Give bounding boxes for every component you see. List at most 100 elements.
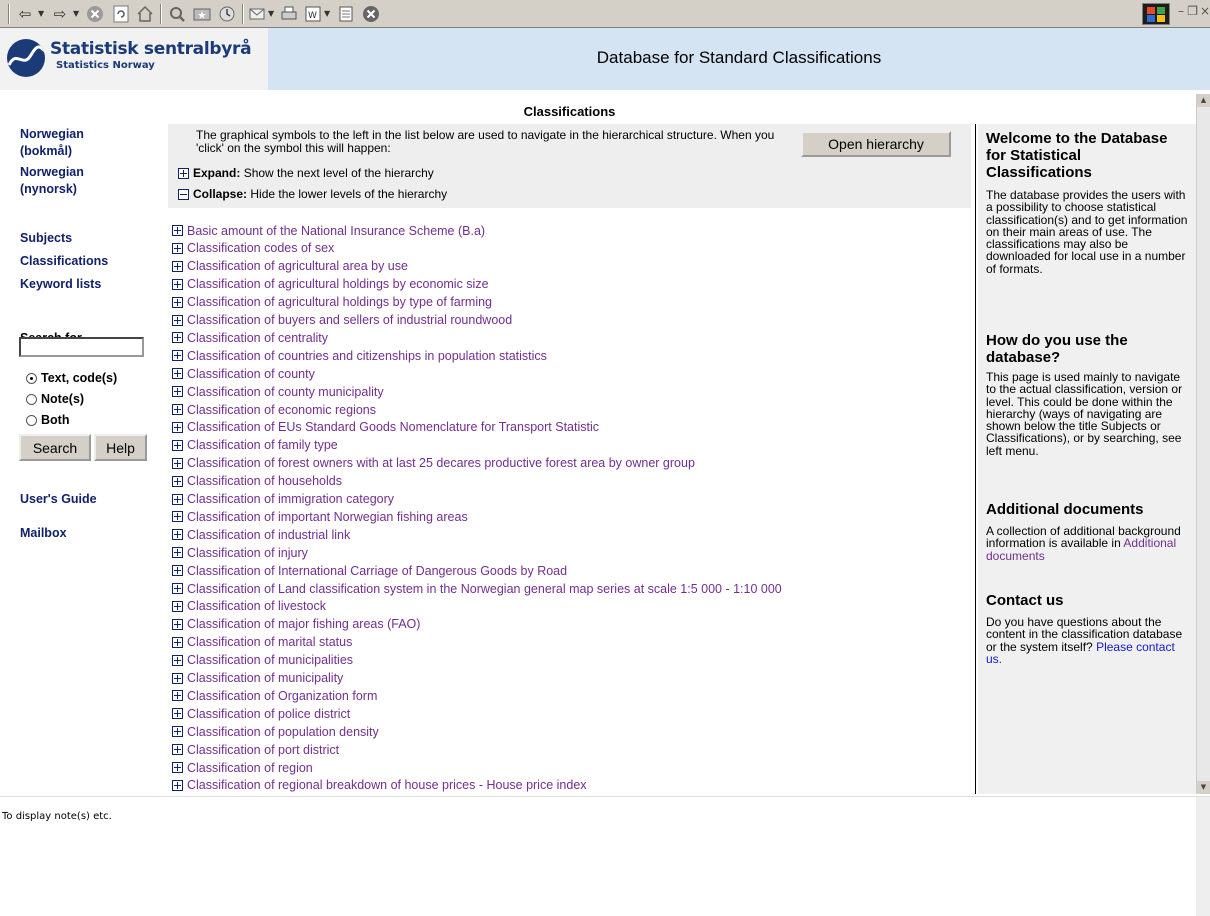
classification-item-label[interactable]: Classification of population density [187, 725, 379, 739]
nav-keyword-lists[interactable]: Keyword lists [20, 276, 101, 293]
scroll-down-icon[interactable]: ▼ [1197, 781, 1210, 794]
classification-item-label[interactable]: Classification of port district [187, 743, 339, 757]
edit-icon[interactable]: W [302, 3, 324, 25]
discuss-icon[interactable] [335, 3, 357, 25]
expand-plus-icon[interactable] [172, 457, 183, 469]
classification-item-label[interactable]: Classification codes of sex [187, 241, 334, 255]
print-icon[interactable] [278, 3, 300, 25]
expand-plus-icon[interactable] [172, 350, 183, 362]
classification-item-label[interactable]: Classification of agricultural area by u… [187, 259, 408, 273]
minimize-icon[interactable]: – [1178, 4, 1184, 18]
nav-classifications[interactable]: Classifications [20, 253, 108, 270]
classification-item-label[interactable]: Classification of industrial link [187, 528, 350, 542]
classification-item[interactable]: Classification of family type [172, 437, 338, 454]
expand-plus-icon[interactable] [172, 260, 183, 272]
classification-item-label[interactable]: Classification of municipalities [187, 653, 353, 667]
classification-item[interactable]: Classification of port district [172, 741, 339, 758]
classification-item[interactable]: Classification of households [172, 473, 342, 490]
help-button[interactable]: Help [94, 434, 147, 461]
radio-unchecked-icon[interactable] [26, 393, 37, 405]
classification-item[interactable]: Classification of industrial link [172, 526, 350, 543]
nav-norwegian-nynorsk[interactable]: Norwegian (nynorsk) [20, 164, 130, 198]
expand-plus-icon[interactable] [172, 368, 183, 380]
classification-item-label[interactable]: Classification of countries and citizens… [187, 349, 547, 363]
classification-item-label[interactable]: Classification of International Carriage… [187, 564, 567, 578]
expand-plus-icon[interactable] [172, 529, 183, 541]
radio-both[interactable]: Both [26, 413, 69, 427]
expand-plus-icon[interactable] [172, 636, 183, 648]
classification-item-label[interactable]: Classification of buyers and sellers of … [187, 313, 512, 327]
expand-plus-icon[interactable] [172, 439, 183, 451]
classification-item[interactable]: Classification of police district [172, 705, 350, 722]
expand-plus-icon[interactable] [172, 475, 183, 487]
expand-plus-icon[interactable] [172, 511, 183, 523]
expand-plus-icon[interactable] [172, 421, 183, 433]
classification-item[interactable]: Classification of forest owners with at … [172, 455, 695, 472]
classification-item[interactable]: Classification of major fishing areas (F… [172, 616, 420, 633]
classification-item-label[interactable]: Classification of agricultural holdings … [187, 295, 492, 309]
classification-item-label[interactable]: Classification of family type [187, 438, 338, 452]
open-hierarchy-button[interactable]: Open hierarchy [801, 131, 951, 157]
classification-item[interactable]: Classification of agricultural holdings … [172, 294, 492, 311]
expand-plus-icon[interactable] [172, 744, 183, 756]
classification-item[interactable]: Classification of county [172, 365, 315, 382]
nav-users-guide[interactable]: User's Guide [20, 491, 97, 508]
expand-plus-icon[interactable] [172, 600, 183, 612]
classification-item[interactable]: Classification of region [172, 759, 313, 776]
classification-item[interactable]: Classification of Land classification sy… [172, 580, 782, 597]
classification-item-label[interactable]: Classification of marital status [187, 635, 352, 649]
notes-scrollbar[interactable] [1196, 797, 1210, 916]
back-icon[interactable]: ⇦ [14, 3, 36, 25]
expand-plus-icon[interactable] [172, 314, 183, 326]
classification-item[interactable]: Classification of agricultural area by u… [172, 258, 408, 275]
classification-item[interactable]: Classification of municipalities [172, 652, 353, 669]
radio-checked-icon[interactable] [26, 372, 37, 384]
classification-item-label[interactable]: Classification of municipality [187, 671, 343, 685]
classification-item[interactable]: Classification of population density [172, 723, 379, 740]
forward-icon[interactable]: ⇨ [49, 3, 71, 25]
classification-item-label[interactable]: Classification of county [187, 367, 315, 381]
mail-icon[interactable] [247, 3, 269, 25]
radio-notes[interactable]: Note(s) [26, 392, 84, 406]
search-input[interactable] [19, 337, 144, 357]
classification-item[interactable]: Classification of Organization form [172, 687, 377, 704]
classification-item-label[interactable]: Classification of regional breakdown of … [187, 778, 587, 792]
classification-item[interactable]: Classification of county municipality [172, 383, 384, 400]
classification-item-label[interactable]: Classification of agricultural holdings … [187, 277, 489, 291]
edit-dropdown-icon[interactable]: ▼ [324, 9, 330, 18]
expand-plus-icon[interactable] [172, 583, 183, 594]
nav-mailbox[interactable]: Mailbox [20, 525, 67, 542]
classification-item[interactable]: Classification of centrality [172, 329, 328, 346]
classification-item-label[interactable]: Basic amount of the National Insurance S… [187, 224, 485, 238]
classification-item[interactable]: Classification of International Carriage… [172, 562, 567, 579]
classification-item-label[interactable]: Classification of injury [187, 546, 308, 560]
expand-plus-icon[interactable] [172, 708, 183, 720]
refresh-icon[interactable] [110, 3, 132, 25]
classification-item-label[interactable]: Classification of Organization form [187, 689, 377, 703]
expand-plus-icon[interactable] [172, 278, 183, 290]
expand-plus-icon[interactable] [172, 726, 183, 738]
classification-item-label[interactable]: Classification of region [187, 761, 313, 775]
expand-plus-icon[interactable] [172, 225, 183, 236]
mail-dropdown-icon[interactable]: ▼ [268, 9, 274, 18]
expand-plus-icon[interactable] [172, 386, 183, 398]
classification-item[interactable]: Classification of countries and citizens… [172, 347, 547, 364]
classification-item-label[interactable]: Classification of centrality [187, 331, 328, 345]
classification-item[interactable]: Classification of injury [172, 544, 308, 561]
classification-item[interactable]: Classification of agricultural holdings … [172, 276, 489, 293]
expand-plus-icon[interactable] [172, 654, 183, 666]
classification-item[interactable]: Basic amount of the National Insurance S… [172, 222, 485, 239]
radio-unchecked-icon[interactable] [26, 414, 37, 426]
expand-plus-icon[interactable] [172, 332, 183, 344]
expand-plus-icon[interactable] [172, 779, 183, 791]
home-icon[interactable] [134, 3, 156, 25]
expand-plus-icon[interactable] [172, 493, 183, 505]
expand-plus-icon[interactable] [172, 242, 183, 254]
classification-item[interactable]: Classification of immigration category [172, 491, 394, 508]
messenger-icon[interactable] [360, 3, 382, 25]
classification-item-label[interactable]: Classification of police district [187, 707, 350, 721]
vertical-scrollbar[interactable]: ▲ ▼ [1196, 94, 1210, 794]
classification-item-label[interactable]: Classification of county municipality [187, 385, 384, 399]
restore-icon[interactable]: ❐ [1187, 4, 1198, 18]
expand-plus-icon[interactable] [172, 565, 183, 577]
